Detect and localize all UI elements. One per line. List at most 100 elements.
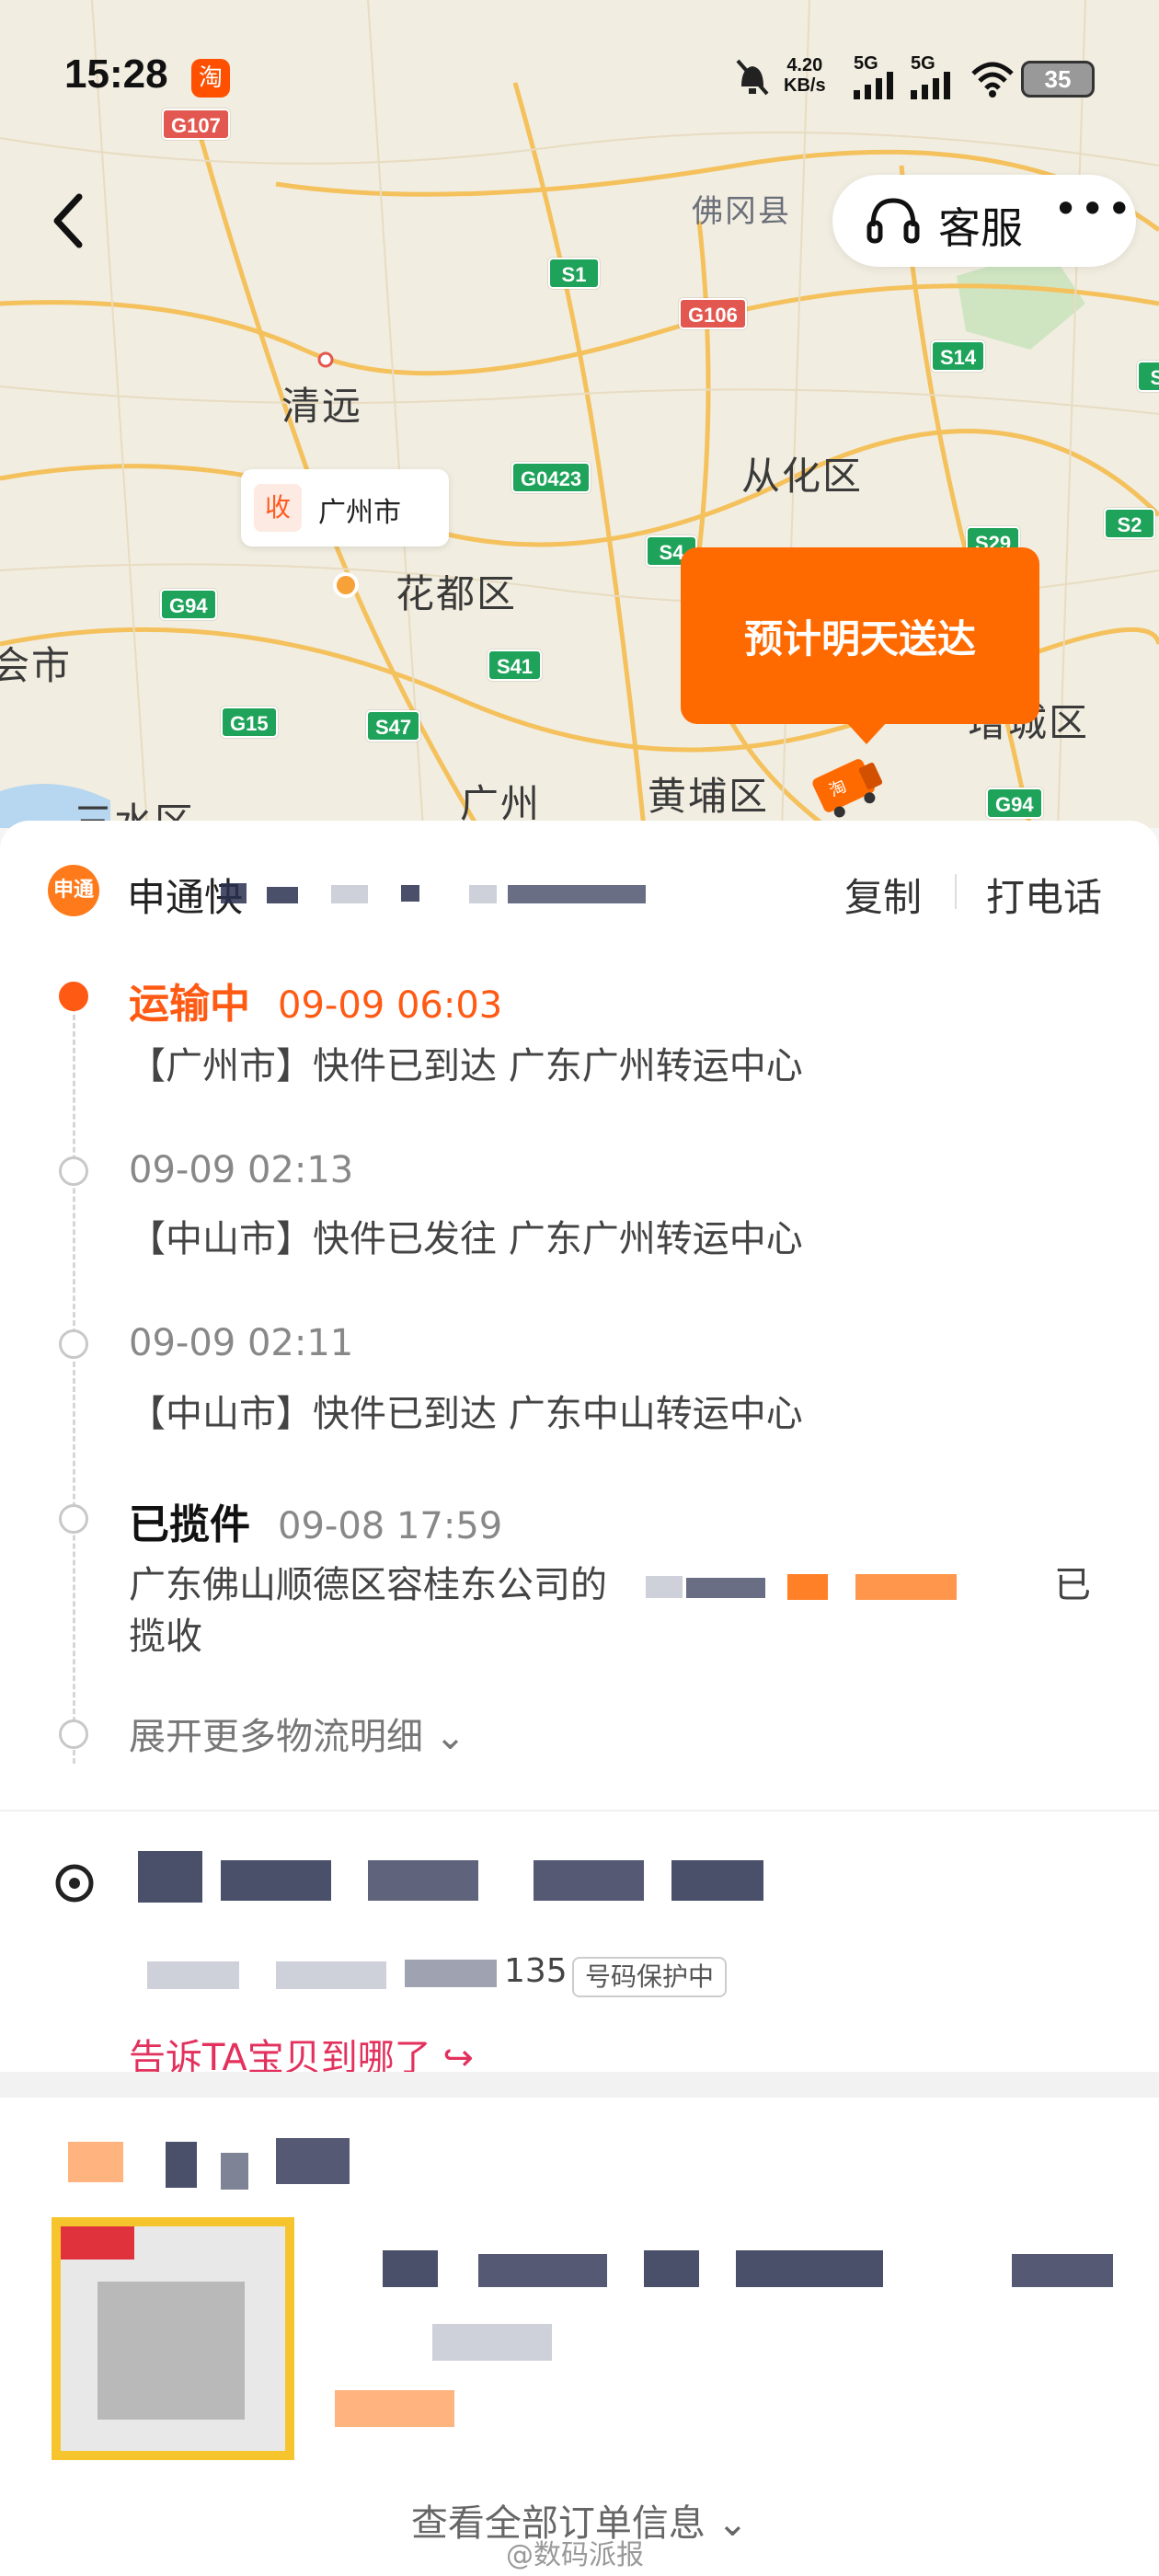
entry-description: 【中山市】快件已到达 广东中山转运中心 — [129, 1393, 803, 1435]
signal-icon — [854, 72, 893, 99]
eta-bubble: 预计明天送达 — [681, 547, 1039, 744]
more-options-icon[interactable]: ••• — [1053, 184, 1133, 234]
phone-protect-badge: 号码保护中 — [572, 1957, 728, 1997]
redacted-shop-name — [221, 2153, 248, 2190]
redacted-product-title — [644, 2250, 699, 2287]
clock: 15:28 — [64, 52, 168, 97]
redacted-receiver-name — [221, 1860, 331, 1901]
receive-badge: 收 — [254, 484, 302, 532]
courier-row: 申通 申通快 复制 打电话 — [0, 821, 1159, 963]
redacted-receiver-name — [671, 1860, 763, 1901]
customer-service-label: 客服 — [938, 203, 1023, 253]
redacted-receiver-name — [368, 1860, 478, 1901]
destination-dot — [333, 572, 359, 598]
back-button[interactable] — [37, 184, 101, 258]
redacted-product-spec — [432, 2324, 552, 2361]
redacted-text — [646, 1576, 683, 1598]
courier-logo: 申通 — [48, 865, 99, 916]
customer-service-button[interactable]: 客服 ••• — [832, 175, 1136, 267]
watermark-text: @数码派报 — [506, 2539, 644, 2571]
net-speed: 4.20 KB/s — [784, 55, 826, 96]
map-label: 会市 — [0, 643, 73, 688]
road-shield: S14 — [931, 340, 986, 372]
wifi-icon — [971, 62, 1014, 98]
redacted-text — [331, 885, 368, 903]
redacted-receiver-name — [534, 1860, 644, 1901]
section-gap — [0, 2072, 1159, 2098]
product-thumbnail-art — [98, 2282, 245, 2420]
redacted-phone — [405, 1960, 497, 1987]
road-shield: G0423 — [511, 462, 591, 493]
mute-bell-icon — [736, 59, 769, 96]
entry-time: 09-09 02:11 — [129, 1322, 354, 1364]
timeline-dot — [59, 1329, 88, 1359]
entry-description-line2: 揽收 — [129, 1616, 202, 1658]
timeline-entry-header: 已揽件 09-08 17:59 — [129, 1491, 502, 1550]
map-label: 广州 — [460, 781, 542, 826]
redacted-text — [686, 1578, 765, 1598]
redacted-shop-name — [68, 2142, 123, 2182]
redacted-phone — [276, 1961, 386, 1989]
timeline-dot — [59, 1156, 88, 1186]
redacted-product-price — [335, 2390, 454, 2427]
map-label: 花都区 — [396, 571, 518, 616]
redacted-product-title — [383, 2250, 438, 2287]
logistics-card: 申通 申通快 复制 打电话 运输中 09-09 06:03 【广州市】快件已到达 … — [0, 821, 1159, 2079]
road-shield: G94 — [986, 788, 1043, 819]
entry-time: 09-08 17:59 — [278, 1505, 503, 1547]
destination-marker[interactable]: 收 广州市 — [241, 469, 449, 546]
redacted-text — [855, 1574, 957, 1600]
receiver-info: 135 号码保护中 告诉TA宝贝到哪了 ↪ — [0, 1814, 1159, 2079]
entry-description: 广东佛山顺德区容桂东公司的 — [129, 1559, 1104, 1611]
entry-time: 09-09 06:03 — [278, 984, 503, 1027]
truck-icon: 淘 — [812, 759, 883, 818]
redacted-shop-name — [166, 2142, 197, 2188]
road-shield: G15 — [221, 707, 278, 738]
road-shield: G106 — [679, 298, 747, 329]
divider — [955, 874, 957, 909]
divider — [0, 1810, 1159, 1811]
timeline-entry-header: 09-09 02:13 — [129, 1145, 353, 1192]
road-shield: S41 — [488, 650, 543, 681]
entry-status: 运输中 — [129, 981, 250, 1028]
entry-description: 【广州市】快件已到达 广东广州转运中心 — [129, 1045, 803, 1087]
redacted-text — [469, 885, 497, 903]
tracking-timeline: 运输中 09-09 06:03 【广州市】快件已到达 广东广州转运中心 09-09… — [0, 963, 1159, 1782]
redacted-product-title — [736, 2250, 883, 2287]
redacted-text — [508, 885, 646, 903]
redacted-receiver-name — [138, 1851, 202, 1903]
entry-description-tail: 已 — [1054, 1564, 1091, 1606]
timeline-entry-header: 运输中 09-09 06:03 — [129, 971, 502, 1029]
taobao-app-icon: 淘 — [191, 59, 230, 98]
redacted-product-title — [1012, 2254, 1113, 2287]
redacted-text — [787, 1574, 828, 1600]
entry-time: 09-09 02:13 — [129, 1149, 354, 1191]
road-shield: G94 — [160, 589, 217, 620]
map-label: 清远 — [281, 384, 363, 429]
map-label: 从化区 — [741, 454, 864, 499]
product-thumbnail[interactable] — [52, 2217, 294, 2460]
signal-icon — [911, 72, 950, 99]
call-button[interactable]: 打电话 — [986, 867, 1102, 923]
battery-level: 35 — [1044, 65, 1072, 93]
status-bar: 15:28 淘 4.20 KB/s 5G 5G 35 — [0, 0, 1159, 156]
copy-button[interactable]: 复制 — [844, 867, 922, 923]
timeline-entry-header: 09-09 02:11 — [129, 1318, 353, 1365]
redacted-text — [267, 887, 298, 903]
headset-icon — [866, 198, 920, 244]
timeline-dot — [59, 1504, 88, 1534]
expand-details-link[interactable]: 展开更多物流明细 ⌄ — [129, 1707, 465, 1760]
timeline-dot — [59, 1719, 88, 1749]
eta-text: 预计明天送达 — [743, 616, 976, 661]
redacted-text — [401, 885, 419, 902]
timeline-dot-active — [59, 982, 88, 1011]
redacted-shop-name — [276, 2138, 350, 2184]
location-icon — [55, 1864, 94, 1903]
road-shield: S1 — [548, 258, 600, 289]
entry-description: 【中山市】快件已发往 广东广州转运中心 — [129, 1218, 803, 1260]
road-shield: S2 — [1104, 508, 1155, 539]
redacted-product-title — [478, 2254, 607, 2287]
timeline-line — [73, 982, 75, 1764]
road-shield: S3 — [1137, 361, 1159, 392]
order-section: 查看全部订单信息 ⌄ @数码派报 — [0, 2098, 1159, 2576]
